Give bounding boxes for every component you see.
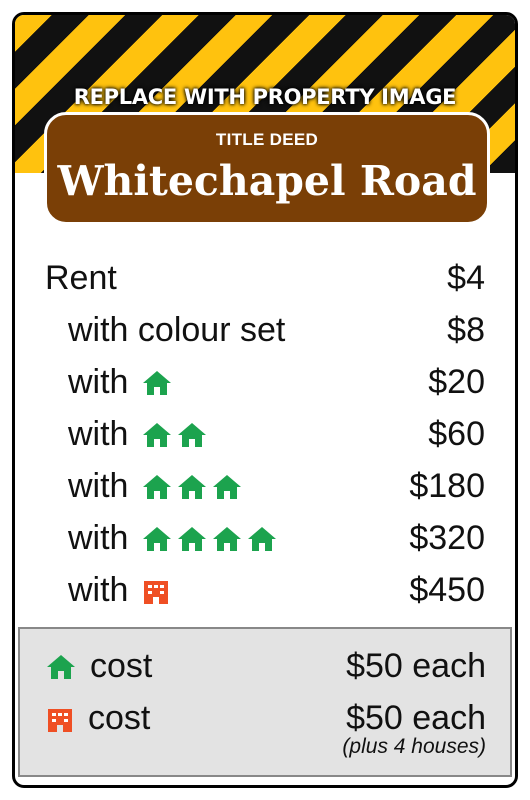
house-icon bbox=[143, 474, 172, 499]
rent-amount: $20 bbox=[428, 363, 485, 401]
rent-row-base: Rent $4 bbox=[15, 253, 515, 305]
rent-label: with bbox=[68, 363, 129, 401]
deed-label: TITLE DEED bbox=[215, 130, 319, 149]
rent-row-hotel: with $450 bbox=[15, 565, 515, 617]
house-icon bbox=[47, 654, 75, 679]
hotel-cost-note: (plus 4 houses) bbox=[342, 735, 486, 758]
rent-label: with bbox=[68, 415, 129, 453]
rent-amount: $60 bbox=[428, 415, 485, 453]
rent-amount: $180 bbox=[409, 467, 485, 505]
rent-row-3-houses: with $180 bbox=[15, 461, 515, 513]
house-icon bbox=[143, 526, 172, 551]
rent-row-2-houses: with $60 bbox=[15, 409, 515, 461]
hotel-icon-group bbox=[142, 577, 170, 605]
building-costs-panel: cost $50 each cost $50 each (plus 4 hous… bbox=[18, 627, 512, 777]
rent-amount: $320 bbox=[409, 519, 485, 557]
house-icon bbox=[178, 422, 207, 447]
hotel-icon bbox=[144, 580, 169, 604]
house-icon-group bbox=[142, 422, 207, 448]
house-icon-group bbox=[142, 370, 172, 396]
rent-amount: $8 bbox=[447, 311, 485, 349]
rent-label: with colour set bbox=[68, 311, 286, 349]
rent-label: with bbox=[68, 467, 129, 505]
property-name: Whitechapel Road bbox=[57, 157, 477, 205]
house-icon bbox=[248, 526, 277, 551]
house-icon-group bbox=[142, 474, 242, 500]
hotel-cost-amount: $50 each bbox=[346, 699, 486, 737]
house-icon bbox=[143, 370, 172, 395]
house-cost-label: cost bbox=[90, 647, 153, 685]
house-icon bbox=[178, 526, 207, 551]
rent-label: with bbox=[68, 519, 129, 557]
hotel-cost-label: cost bbox=[88, 699, 151, 737]
deed-header: TITLE DEED Whitechapel Road bbox=[44, 112, 490, 225]
rent-row-4-houses: with $320 bbox=[15, 513, 515, 565]
rent-label: Rent bbox=[45, 259, 117, 297]
house-icon bbox=[143, 422, 172, 447]
rent-amount: $450 bbox=[409, 571, 485, 609]
house-icon-group bbox=[142, 526, 277, 552]
rent-label: with bbox=[68, 571, 129, 609]
hotel-icon bbox=[48, 708, 72, 732]
title-deed-card: REPLACE WITH PROPERTY IMAGE TITLE DEED W… bbox=[12, 12, 518, 788]
house-cost-row: cost $50 each bbox=[20, 643, 510, 693]
placeholder-text: REPLACE WITH PROPERTY IMAGE bbox=[73, 85, 457, 109]
house-icon bbox=[213, 526, 242, 551]
rent-row-1-house: with $20 bbox=[15, 357, 515, 409]
house-icon bbox=[178, 474, 207, 499]
rent-row-colour-set: with colour set $8 bbox=[15, 305, 515, 357]
house-icon bbox=[213, 474, 242, 499]
rent-amount: $4 bbox=[447, 259, 485, 297]
house-cost-amount: $50 each bbox=[346, 647, 486, 685]
